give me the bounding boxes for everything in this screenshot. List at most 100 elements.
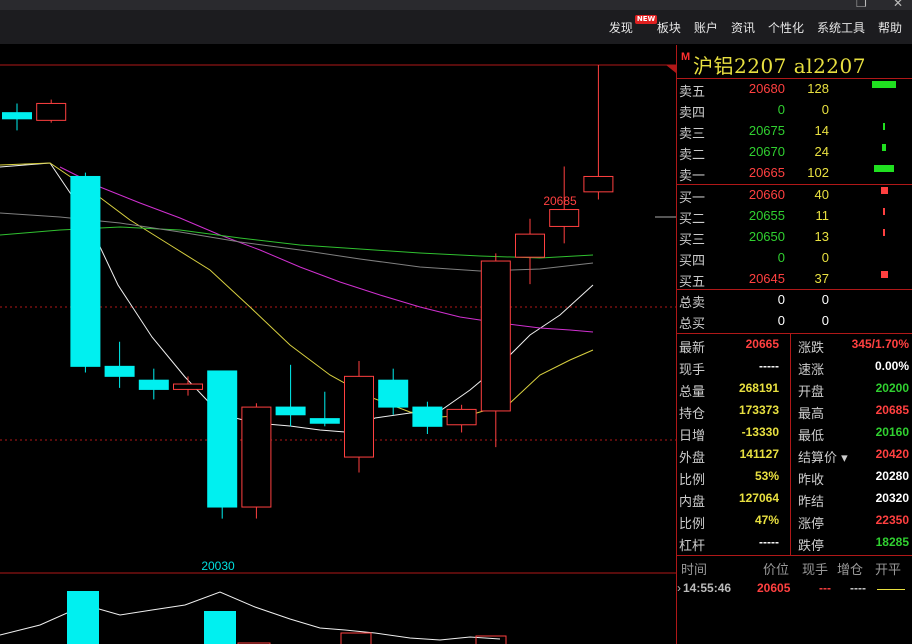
main-menu: 发现 NEW 板块 账户 资讯 个性化 系统工具 帮助 — [596, 15, 902, 36]
stat-label: 总量 — [679, 385, 706, 400]
book-volume-bar — [874, 165, 894, 172]
book-row[interactable]: 买四 0 0 — [677, 248, 912, 269]
book-level-label: 卖一 — [679, 169, 706, 184]
market-marker: M — [681, 51, 691, 63]
candle-body[interactable] — [173, 383, 203, 390]
book-level-label: 买一 — [679, 191, 706, 206]
stat-label: 比例 — [679, 517, 706, 532]
stat-label: 最高 — [798, 407, 825, 422]
stats-row: 持仓 173373 最高 20685 — [677, 400, 912, 422]
stats-row: 比例 47% 涨停 22350 — [677, 510, 912, 532]
candle-body[interactable] — [2, 112, 32, 120]
book-row[interactable]: 卖一 20665 102 — [677, 163, 912, 184]
stat-value: 20420 — [875, 447, 909, 461]
close-icon[interactable]: ✕ — [893, 0, 903, 10]
stat-value: 22350 — [875, 513, 909, 527]
stat-label: 内盘 — [679, 495, 706, 510]
book-volume: 0 — [821, 250, 829, 265]
book-level-label: 买三 — [679, 233, 706, 248]
kline-chart[interactable]: 20685 20030 — [0, 45, 676, 644]
candle-body[interactable] — [309, 418, 340, 424]
stats-row: 杠杆 ----- 跌停 18285 — [677, 532, 912, 554]
candle-body[interactable] — [412, 406, 443, 427]
book-volume-bar — [882, 144, 886, 151]
restore-icon[interactable]: ❐ — [856, 0, 867, 10]
stats-row: 比例 53% 昨收 20280 — [677, 466, 912, 488]
stats-row: 内盘 127064 昨结 20320 — [677, 488, 912, 510]
tick-vol: --- — [819, 581, 831, 595]
candle-body[interactable] — [446, 408, 477, 426]
new-badge: NEW — [634, 15, 658, 24]
stat-value: 20665 — [745, 337, 779, 351]
contract-title: 沪铝2207 al2207 — [693, 54, 866, 78]
book-row[interactable]: 买二 20655 11 — [677, 206, 912, 227]
totals-b: 0 — [821, 313, 829, 328]
book-row[interactable]: 买三 20650 13 — [677, 227, 912, 248]
book-volume-bar — [880, 271, 888, 278]
stat-value: ----- — [759, 359, 779, 373]
stat-value: 20160 — [875, 425, 909, 439]
candle-body[interactable] — [549, 209, 580, 227]
candle-body[interactable] — [241, 406, 272, 508]
totals-a: 0 — [777, 292, 785, 307]
book-volume: 0 — [821, 102, 829, 117]
stat-value: 20685 — [875, 403, 909, 417]
book-volume: 102 — [807, 165, 829, 180]
book-row[interactable]: 买五 20645 37 — [677, 269, 912, 290]
book-row[interactable]: 卖三 20675 14 — [677, 121, 912, 142]
menu-sector[interactable]: 板块 — [657, 19, 681, 36]
stat-value: 20200 — [875, 381, 909, 395]
candle-body[interactable] — [36, 102, 67, 121]
candle-body[interactable] — [104, 365, 135, 377]
low-price-label: 20030 — [201, 559, 235, 573]
kline-svg[interactable]: 20685 20030 — [0, 45, 676, 644]
menu-personalize[interactable]: 个性化 — [768, 19, 804, 36]
book-level-label: 卖四 — [679, 106, 706, 121]
stat-label: 最新 — [679, 341, 706, 356]
menu-system-tools[interactable]: 系统工具 — [817, 19, 865, 36]
tick-oi: ---- — [850, 581, 866, 595]
book-volume-bar — [880, 187, 888, 194]
candle-body[interactable] — [207, 370, 238, 508]
book-volume: 37 — [814, 271, 829, 286]
menu-label: 发现 — [608, 21, 633, 35]
stat-label: 涨跌 — [798, 341, 825, 356]
totals-label: 总卖 — [679, 296, 706, 311]
candle-body[interactable] — [344, 375, 374, 458]
candle-body[interactable] — [583, 175, 614, 193]
book-row[interactable]: 卖四 0 0 — [677, 100, 912, 121]
stat-label: 杠杆 — [679, 539, 706, 554]
candle-body[interactable] — [480, 260, 511, 412]
high-price-label: 20685 — [543, 194, 577, 208]
book-row[interactable]: 卖五 20680 128 — [677, 79, 912, 100]
volume-bar — [67, 591, 99, 644]
candle-body[interactable] — [275, 406, 306, 416]
stats-row: 现手 ----- 速涨 0.00% — [677, 356, 912, 378]
menu-account[interactable]: 账户 — [694, 19, 718, 36]
book-volume-bar — [883, 229, 885, 236]
candle-body[interactable] — [138, 379, 169, 390]
book-row[interactable]: 买一 20660 40 — [677, 185, 912, 206]
book-price: 20660 — [748, 187, 785, 202]
tick-col-price: 价位 — [763, 563, 790, 578]
candle-body[interactable] — [515, 233, 545, 258]
tick-row[interactable]: › 14:55:46 20605 --- ---- — [677, 579, 912, 599]
volume-bar — [204, 611, 236, 644]
stat-value: -13330 — [741, 425, 779, 439]
totals-row: 总卖 0 0 — [677, 290, 912, 311]
book-volume: 40 — [814, 187, 829, 202]
book-row[interactable]: 卖二 20670 24 — [677, 142, 912, 163]
stat-value: 20280 — [875, 469, 909, 483]
stat-value: 0.00% — [874, 359, 909, 373]
stat-value: 18285 — [875, 535, 909, 549]
stat-value: 20320 — [875, 491, 909, 505]
menu-help[interactable]: 帮助 — [878, 19, 902, 36]
candle-body[interactable] — [70, 175, 101, 367]
stat-value: 173373 — [738, 403, 779, 417]
candle-body[interactable] — [378, 379, 409, 408]
stat-label: 跌停 — [798, 539, 825, 554]
menu-discover[interactable]: 发现 NEW — [608, 15, 658, 36]
book-level-label: 买四 — [679, 254, 706, 269]
book-price: 0 — [777, 102, 785, 117]
menu-news[interactable]: 资讯 — [731, 19, 755, 36]
